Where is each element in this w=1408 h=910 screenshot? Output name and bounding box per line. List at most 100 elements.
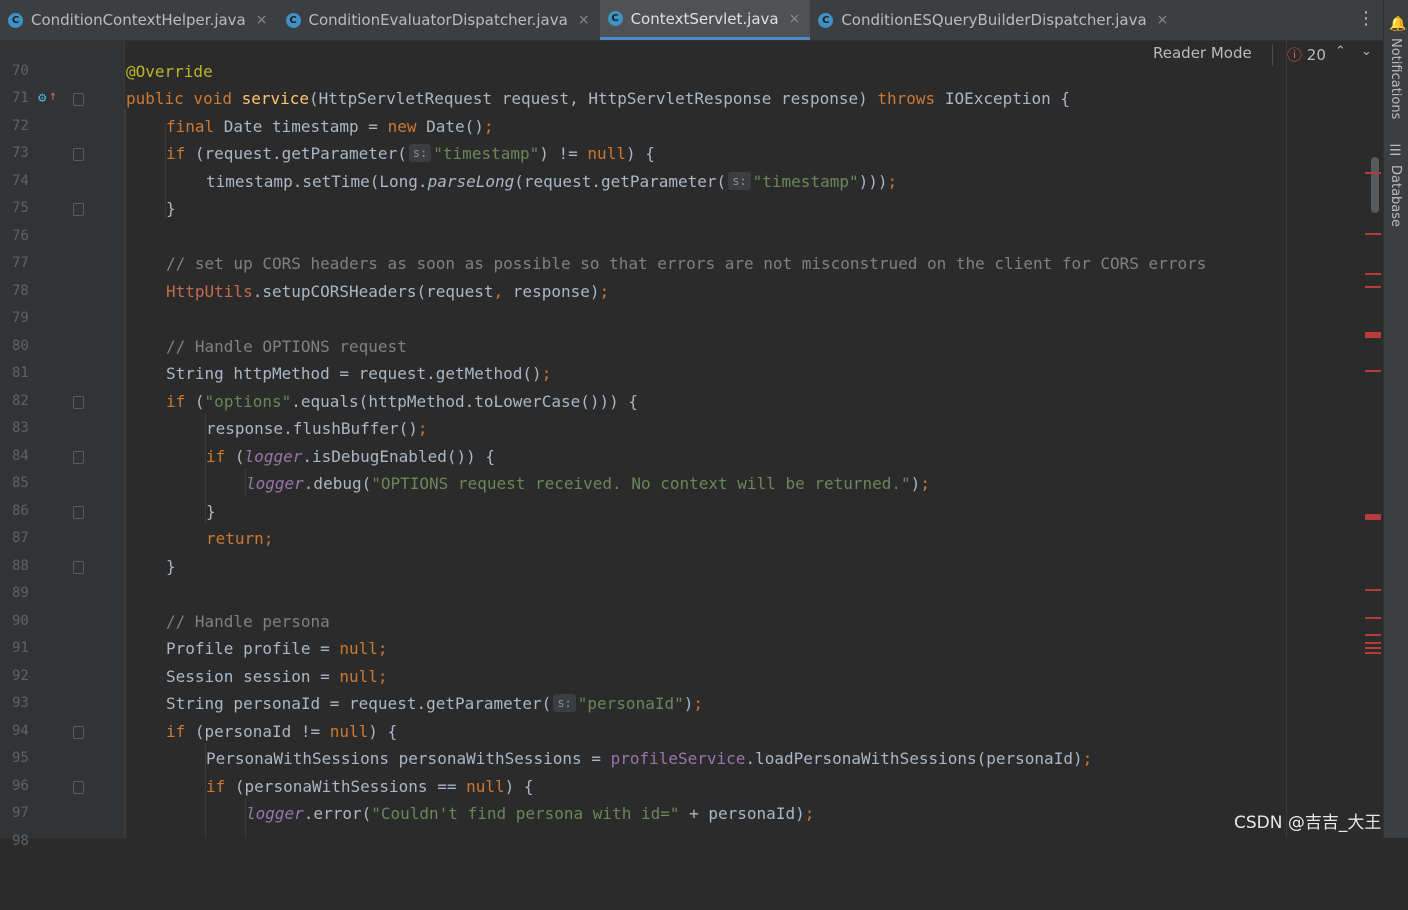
right-margin-guide: [1286, 41, 1287, 838]
code-text: // set up CORS headers as soon as possib…: [166, 254, 1207, 273]
fold-toggle-icon[interactable]: [73, 148, 84, 161]
database-icon[interactable]: ☰: [1389, 143, 1402, 159]
error-stripe-marker[interactable]: [1365, 634, 1381, 636]
code-line: 90: [0, 580, 1383, 629]
tab-label: ConditionEvaluatorDispatcher.java: [308, 11, 568, 29]
parameter-hint: s:: [553, 694, 576, 712]
watermark: CSDN @吉吉_大王: [1234, 813, 1382, 833]
code-text: if (personaId != null) {: [166, 721, 398, 741]
code-text: @Override: [126, 61, 213, 81]
class-c-icon: C: [818, 12, 834, 28]
error-stripe-marker[interactable]: [1365, 642, 1381, 644]
close-icon[interactable]: ×: [256, 12, 268, 28]
fold-toggle-icon[interactable]: [73, 450, 84, 464]
code-text: Session session = null;: [166, 666, 388, 686]
fold-toggle-icon[interactable]: [73, 780, 84, 794]
class-c-icon: C: [607, 11, 623, 26]
code-text: Profile profile = null;: [166, 639, 388, 658]
code-line: 72 ⚙ ↑ public void service(HttpServletRe…: [0, 83, 1383, 134]
error-stripe-marker[interactable]: [1365, 332, 1381, 338]
database-tool-button[interactable]: Database: [1388, 165, 1403, 227]
parameter-hint: s:: [728, 171, 751, 190]
code-text: }: [166, 556, 176, 576]
line-number: 98: [12, 832, 29, 849]
code-text: if ("options".equals(httpMethod.toLowerC…: [166, 391, 639, 411]
implements-arrow-icon[interactable]: ↑: [49, 83, 57, 111]
code-line: 91 // Handle persona: [0, 608, 1383, 657]
fold-toggle-icon[interactable]: [73, 395, 84, 409]
error-stripe-marker[interactable]: [1365, 273, 1381, 275]
code-editor[interactable]: 70 71 @Override 72 ⚙ ↑ public void servi…: [0, 41, 1383, 849]
error-stripe-marker[interactable]: [1365, 370, 1381, 372]
class-c-icon: C: [285, 12, 301, 28]
error-stripe-marker[interactable]: [1365, 617, 1381, 619]
more-tabs-menu-icon[interactable]: ⋮: [1357, 8, 1375, 30]
fold-toggle-icon[interactable]: [73, 725, 84, 739]
code-text: if (personaWithSessions == null) {: [206, 776, 534, 796]
code-text: logger.debug("OPTIONS request received. …: [246, 474, 930, 493]
code-line: 89 }: [0, 553, 1383, 602]
error-stripe-marker[interactable]: [1365, 589, 1381, 591]
code-text: // Handle OPTIONS request: [166, 336, 407, 356]
fold-toggle-icon[interactable]: [73, 203, 84, 216]
code-line: 83 if ("options".equals(httpMethod.toLow…: [0, 388, 1383, 437]
code-text: }: [166, 199, 176, 218]
code-line: 86 logger.debug("OPTIONS request receive…: [0, 470, 1383, 519]
code-line: 92 Profile profile = null;: [0, 635, 1383, 684]
code-line: 79 HttpUtils.setupCORSHeaders(request, r…: [0, 278, 1383, 327]
code-text: if (logger.isDebugEnabled()) {: [206, 446, 495, 466]
reader-mode-button[interactable]: Reader Mode: [1153, 44, 1252, 62]
code-line: 75 timestamp.setTime(Long.parseLong(requ…: [0, 168, 1383, 216]
error-stripe-marker[interactable]: [1365, 652, 1381, 654]
error-count-badge[interactable]: ⓘ 20: [1287, 44, 1326, 65]
code-line: 93 Session session = null;: [0, 663, 1383, 712]
code-line: 81 // Handle OPTIONS request: [0, 333, 1383, 382]
code-line: 78 // set up CORS headers as soon as pos…: [0, 250, 1383, 299]
class-c-icon: C: [8, 12, 23, 28]
parameter-hint: s:: [408, 144, 432, 162]
close-icon[interactable]: ×: [789, 11, 801, 27]
error-stripe-marker[interactable]: [1365, 172, 1381, 174]
error-stripe-marker[interactable]: [1365, 286, 1381, 288]
code-text: logger.error("Couldn't find persona with…: [246, 804, 815, 823]
code-text: final Date timestamp = new Date();: [166, 116, 494, 136]
error-stripe-marker[interactable]: [1365, 514, 1381, 520]
error-icon: ⓘ: [1287, 46, 1303, 64]
code-text: String personaId = request.getParameter(…: [166, 694, 704, 713]
code-text: timestamp.setTime(Long.parseLong(request…: [206, 171, 898, 191]
code-text: public void service(HttpServletRequest r…: [126, 89, 1071, 108]
code-line: 82 String httpMethod = request.getMethod…: [0, 360, 1383, 409]
fold-toggle-icon[interactable]: [73, 505, 84, 519]
override-method-icon[interactable]: ⚙: [38, 85, 46, 113]
previous-highlight-icon[interactable]: ⌃: [1335, 44, 1346, 59]
close-icon[interactable]: ×: [578, 12, 590, 28]
close-icon[interactable]: ×: [1157, 12, 1169, 28]
next-highlight-icon[interactable]: ⌄: [1361, 44, 1372, 59]
code-line: 94 String personaId = request.getParamet…: [0, 690, 1383, 739]
notifications-tool-button[interactable]: Notifications: [1388, 38, 1403, 119]
code-text: PersonaWithSessions personaWithSessions …: [206, 749, 1093, 768]
code-line: 80: [0, 305, 1383, 354]
error-stripe-marker[interactable]: [1365, 647, 1381, 649]
code-line: 77: [0, 223, 1383, 271]
scrollbar-thumb[interactable]: [1371, 157, 1379, 213]
code-line: 85 if (logger.isDebugEnabled()) {: [0, 443, 1383, 492]
code-text: HttpUtils.setupCORSHeaders(request, resp…: [166, 281, 610, 301]
notifications-bell-icon[interactable]: 🔔: [1389, 16, 1406, 32]
code-text: }: [206, 501, 216, 521]
right-tool-strip: [1383, 0, 1408, 838]
code-line: 84 response.flushBuffer();: [0, 415, 1383, 464]
code-line: 98 logger.error("Couldn't find persona w…: [0, 800, 1383, 849]
code-text: // Handle persona: [166, 611, 330, 631]
code-line: 76 }: [0, 195, 1383, 244]
code-line: 73 final Date timestamp = new Date();: [0, 113, 1383, 162]
code-line: 87 }: [0, 498, 1383, 547]
fold-toggle-icon[interactable]: [73, 560, 84, 574]
code-text: String httpMethod = request.getMethod();: [166, 364, 552, 383]
error-stripe-marker[interactable]: [1365, 233, 1381, 235]
tab-label: ConditionESQueryBuilderDispatcher.java: [841, 11, 1147, 29]
code-text: response.flushBuffer();: [206, 419, 428, 438]
error-count: 20: [1306, 46, 1326, 64]
code-line: 95 if (personaId != null) {: [0, 718, 1383, 767]
fold-toggle-icon[interactable]: [73, 93, 84, 106]
